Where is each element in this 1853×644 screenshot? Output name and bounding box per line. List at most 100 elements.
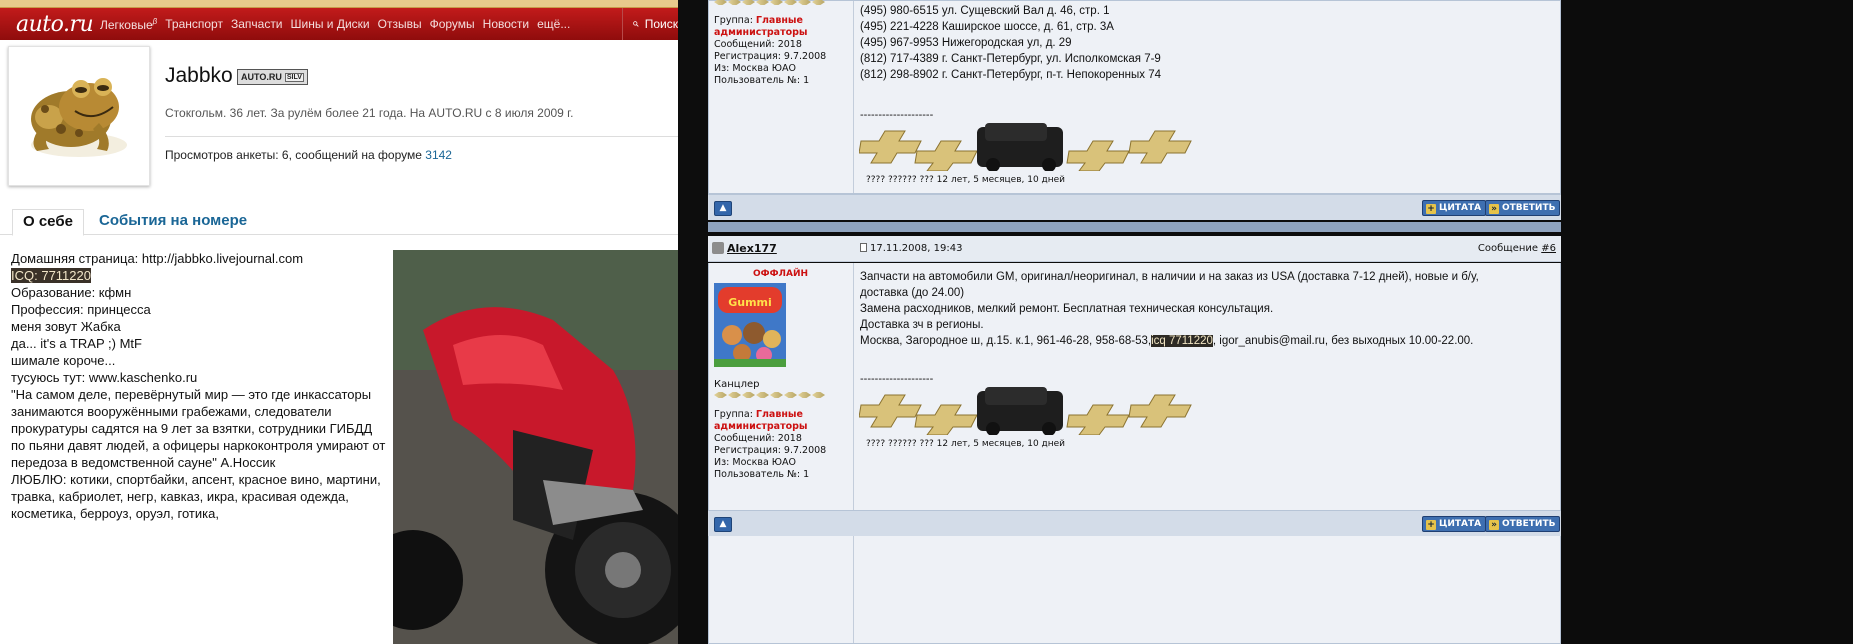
about-line: меня зовут Жабка	[11, 319, 121, 334]
contact-line: (495) 967-9953 Нижегородская ул, д. 29	[860, 37, 1072, 49]
post-separator	[708, 222, 1561, 232]
post-text-line: доставка (до 24.00)	[860, 287, 965, 299]
nav-link-tires[interactable]: Шины и Диски	[291, 17, 370, 31]
signature-banner-icon	[859, 123, 1192, 171]
views-text: Просмотров анкеты: 6, сообщений на форум…	[165, 148, 422, 162]
post-text-line: Москва, Загородное ш, д.15. к.1, 961-46-…	[860, 335, 1474, 347]
nav-link-news[interactable]: Новости	[483, 17, 529, 31]
motorcycle-photo[interactable]	[393, 250, 678, 644]
nav-link-forums[interactable]: Форумы	[430, 17, 475, 31]
reply-button[interactable]: » ОТВЕТИТЬ	[1485, 200, 1561, 216]
messages-count: Сообщений: 2018	[714, 433, 802, 444]
author-meta: Группа: Главные администраторы Сообщений…	[709, 15, 853, 87]
motorcycle-icon	[393, 250, 678, 644]
message-number: Сообщение #6	[1477, 243, 1556, 254]
forum-post-next	[708, 536, 1561, 644]
offline-status: ОФФЛАЙН	[753, 269, 809, 279]
profile-tabs: О себе События на номере	[0, 205, 678, 236]
post-author-column: Группа: Главные администраторы Сообщений…	[709, 0, 854, 193]
rank-stars	[714, 0, 825, 5]
badge-label: AUTO.RU	[241, 72, 282, 82]
top-strip	[0, 0, 678, 8]
site-logo[interactable]: auto.ru	[0, 12, 94, 37]
author-rank: Канцлер	[714, 379, 760, 390]
user-icon	[712, 242, 724, 254]
svg-text:Gummi: Gummi	[728, 296, 772, 309]
user-number: Пользователь №: 1	[714, 75, 810, 86]
post-text-line: Запчасти на автомобили GM, оригинал/неор…	[860, 271, 1479, 283]
avatar[interactable]	[8, 46, 150, 186]
quote-icon: +	[1426, 520, 1436, 530]
about-line: тусуюсь тут: www.kaschenko.ru	[11, 370, 198, 385]
user-number: Пользователь №: 1	[714, 469, 810, 480]
search-label: Поиск	[644, 17, 678, 31]
toad-avatar-icon	[31, 78, 127, 157]
author-location: Из: Москва ЮАО	[714, 457, 797, 468]
profile-username: Jabbko	[165, 64, 233, 87]
nav-link-more[interactable]: ещё...	[537, 17, 570, 31]
author-location: Из: Москва ЮАО	[714, 63, 797, 74]
nav-link-cars[interactable]: Легковыеβ	[100, 17, 157, 32]
profile-stats: Просмотров анкеты: 6, сообщений на форум…	[165, 148, 452, 162]
contact-line: (495) 980-6515 ул. Сущевский Вал д. 46, …	[860, 5, 1110, 17]
education-line: Образование: кфмн	[11, 285, 132, 300]
forum-posts-link[interactable]: 3142	[425, 148, 452, 162]
divider	[165, 136, 678, 137]
badge-sub: SILV	[284, 72, 304, 82]
post-date: 17.11.2008, 19:43	[860, 243, 962, 254]
quote-button[interactable]: + ЦИТАТА	[1422, 516, 1487, 532]
post-author-column: ОФФЛАЙН Gummi Канцлер Группа: Главные ад…	[709, 263, 854, 512]
profile-subline: Стокгольм. 36 лет. За рулём более 21 год…	[165, 106, 574, 120]
status-badge: AUTO.RU SILV	[237, 69, 308, 85]
scroll-top-button[interactable]: ▲	[714, 201, 732, 216]
nav-search[interactable]: Поиск	[622, 8, 678, 40]
post-text-line: Замена расходников, мелкий ремонт. Беспл…	[860, 303, 1274, 315]
registered-date: Регистрация: 9.7.2008	[714, 51, 827, 62]
quote-button[interactable]: + ЦИТАТА	[1422, 200, 1487, 216]
contact-line: (812) 298-8902 г. Санкт-Петербург, п-т. …	[860, 69, 1162, 81]
profile-page: auto.ru Легковыеβ Транспорт Запчасти Шин…	[0, 0, 678, 644]
reply-icon: »	[1489, 204, 1499, 214]
icq-highlight: icq 7711220	[1151, 335, 1213, 347]
signature-caption: ???? ?????? ??? 12 лет, 5 месяцев, 10 дн…	[866, 439, 1066, 449]
signature-caption: ???? ?????? ??? 12 лет, 5 месяцев, 10 дн…	[866, 175, 1066, 185]
post-body: Запчасти на автомобили GM, оригинал/неор…	[860, 269, 1550, 387]
reply-button[interactable]: » ОТВЕТИТЬ	[1485, 516, 1561, 532]
nav-link-parts[interactable]: Запчасти	[231, 17, 283, 31]
profession-line: Профессия: принцесса	[11, 302, 151, 317]
post-text-line: Доставка зч в регионы.	[860, 319, 984, 331]
rank-stars	[714, 392, 825, 398]
search-icon	[633, 21, 639, 27]
messages-count: Сообщений: 2018	[714, 39, 802, 50]
author-meta: Группа: Главные администраторы Сообщений…	[709, 409, 853, 481]
nav-link-transport[interactable]: Транспорт	[165, 17, 223, 31]
gummi-bears-avatar-icon[interactable]: Gummi	[714, 283, 786, 367]
post-actions: ▲ + ЦИТАТА » ОТВЕТИТЬ	[708, 194, 1561, 220]
post-actions: ▲ + ЦИТАТА » ОТВЕТИТЬ	[708, 510, 1561, 536]
registered-date: Регистрация: 9.7.2008	[714, 445, 827, 456]
post-header: Alex177 17.11.2008, 19:43 Сообщение #6	[708, 236, 1561, 262]
nav-link-reviews[interactable]: Отзывы	[378, 17, 422, 31]
contact-line: (812) 717-4389 г. Санкт-Петербург, ул. И…	[860, 53, 1161, 65]
icq-line: ICQ: 7711220	[11, 268, 91, 283]
reply-icon: »	[1489, 520, 1499, 530]
about-line: да... it's a TRAP ;) MtF	[11, 336, 142, 351]
about-line: шимале короче...	[11, 353, 116, 368]
window-divider[interactable]	[678, 0, 708, 644]
forum-post: Группа: Главные администраторы Сообщений…	[708, 0, 1561, 194]
quote-icon: +	[1426, 204, 1436, 214]
tab-about[interactable]: О себе	[12, 209, 84, 236]
author-link[interactable]: Alex177	[712, 242, 777, 255]
quote-paragraph: "На самом деле, перевёрнутый мир — это г…	[11, 387, 386, 470]
top-nav: auto.ru Легковыеβ Транспорт Запчасти Шин…	[0, 8, 678, 40]
scroll-top-button[interactable]: ▲	[714, 517, 732, 532]
post-body: (495) 980-6515 ул. Сущевский Вал д. 46, …	[860, 3, 1161, 123]
forum-post: ОФФЛАЙН Gummi Канцлер Группа: Главные ад…	[708, 263, 1561, 513]
contact-line: (495) 221-4228 Каширское шоссе, д. 61, с…	[860, 21, 1114, 33]
signature-banner-icon	[859, 387, 1192, 435]
forum-page: Группа: Главные администраторы Сообщений…	[708, 0, 1853, 644]
tab-events[interactable]: События на номере	[89, 209, 257, 232]
homepage-line: Домашняя страница: http://jabbko.livejou…	[11, 251, 304, 266]
message-permalink[interactable]: #6	[1541, 243, 1556, 254]
likes-paragraph: ЛЮБЛЮ: котики, спортбайки, апсент, красн…	[11, 472, 381, 521]
